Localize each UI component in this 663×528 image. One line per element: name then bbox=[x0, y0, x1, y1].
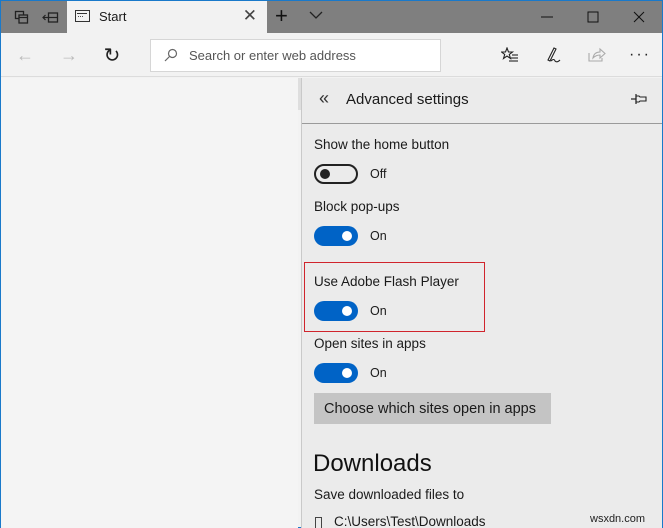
more-icon: ··· bbox=[629, 46, 651, 63]
home-button-state: Off bbox=[370, 167, 387, 181]
favorites-button[interactable] bbox=[488, 33, 532, 77]
tab-start[interactable]: Start ✕ bbox=[67, 1, 267, 33]
close-tab-icon[interactable]: ✕ bbox=[243, 6, 257, 26]
close-window-button[interactable] bbox=[616, 1, 662, 33]
start-page-icon bbox=[75, 10, 90, 22]
share-icon bbox=[588, 47, 606, 62]
block-popups-toggle[interactable] bbox=[314, 226, 358, 246]
advanced-settings-panel: « Advanced settings Show the home button… bbox=[301, 78, 662, 528]
open-sites-state: On bbox=[370, 366, 387, 380]
download-path[interactable]: C:\Users\Test\Downloads bbox=[334, 514, 486, 528]
chevron-down-icon[interactable] bbox=[307, 6, 325, 24]
toggle-knob bbox=[320, 169, 330, 179]
folder-icon bbox=[315, 517, 322, 528]
forward-button[interactable]: → bbox=[49, 33, 89, 77]
open-sites-label: Open sites in apps bbox=[314, 336, 426, 351]
pin-icon[interactable] bbox=[631, 93, 648, 105]
save-downloads-label: Save downloaded files to bbox=[314, 487, 465, 502]
minimize-button[interactable] bbox=[524, 1, 570, 33]
flash-player-state: On bbox=[370, 304, 387, 318]
arrow-right-icon: → bbox=[60, 44, 78, 65]
maximize-icon bbox=[587, 11, 599, 23]
restore-tabs-button[interactable] bbox=[34, 1, 67, 33]
tabs-aside-icon bbox=[14, 10, 29, 24]
flash-player-toggle[interactable] bbox=[314, 301, 358, 321]
refresh-icon: ↻ bbox=[103, 44, 121, 67]
flash-player-label: Use Adobe Flash Player bbox=[314, 274, 459, 289]
home-button-toggle[interactable] bbox=[314, 164, 358, 184]
highlight-box bbox=[304, 262, 485, 332]
title-bar: Start ✕ + bbox=[1, 1, 662, 33]
open-sites-toggle[interactable] bbox=[314, 363, 358, 383]
panel-header: « Advanced settings bbox=[302, 78, 662, 124]
more-button[interactable]: ··· bbox=[618, 33, 662, 77]
back-button[interactable]: ← bbox=[5, 33, 45, 77]
downloads-heading: Downloads bbox=[313, 450, 432, 477]
tab-title: Start bbox=[99, 9, 127, 24]
new-tab-button[interactable]: + bbox=[275, 3, 288, 29]
share-button[interactable] bbox=[575, 33, 619, 77]
toggle-knob bbox=[342, 306, 352, 316]
double-chevron-left-icon[interactable]: « bbox=[319, 88, 329, 109]
panel-title: Advanced settings bbox=[346, 91, 469, 108]
block-popups-state: On bbox=[370, 229, 387, 243]
page-content bbox=[1, 78, 298, 528]
close-icon bbox=[633, 11, 645, 23]
arrow-left-icon: ← bbox=[16, 44, 34, 65]
search-icon bbox=[164, 48, 178, 62]
minimize-icon bbox=[541, 16, 553, 18]
toggle-knob bbox=[342, 368, 352, 378]
web-notes-button[interactable] bbox=[531, 33, 575, 77]
block-popups-label: Block pop-ups bbox=[314, 199, 400, 214]
address-input[interactable] bbox=[189, 40, 434, 71]
home-button-label: Show the home button bbox=[314, 137, 450, 152]
toggle-knob bbox=[342, 231, 352, 241]
navigation-bar: ← → ↻ ··· bbox=[1, 33, 662, 77]
refresh-button[interactable]: ↻ bbox=[92, 33, 132, 77]
favorites-icon bbox=[501, 47, 518, 62]
maximize-button[interactable] bbox=[570, 1, 616, 33]
watermark: wsxdn.com bbox=[590, 513, 646, 525]
restore-tabs-icon bbox=[42, 11, 59, 23]
pen-icon bbox=[547, 47, 561, 63]
choose-sites-button[interactable]: Choose which sites open in apps bbox=[314, 393, 551, 424]
address-bar[interactable] bbox=[150, 39, 441, 72]
